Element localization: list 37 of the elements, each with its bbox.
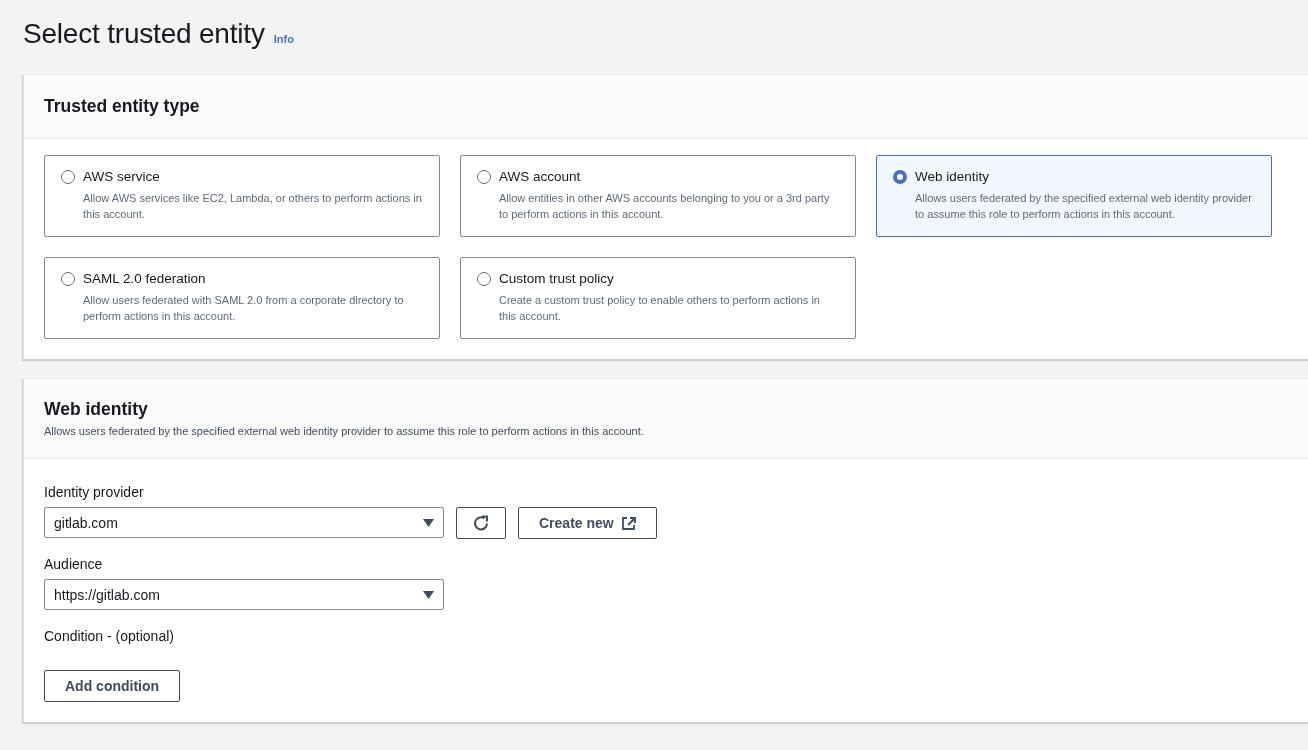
entity-type-option[interactable]: SAML 2.0 federation Allow users federated with SAML 2.0 from a corporate directory to perform actions in this account. xyxy=(44,257,440,339)
external-link-icon xyxy=(620,515,636,531)
caret-down-icon xyxy=(423,518,434,527)
field-label: Identity provider xyxy=(44,484,144,500)
panel-title: Trusted entity type xyxy=(44,95,201,118)
option-title: Custom trust policy xyxy=(499,270,615,288)
radio-button[interactable] xyxy=(61,272,75,286)
option-description: Allows users federated by the specified external web identity provider to assume this role to perform actions in this account. xyxy=(915,191,1253,222)
option-title: Web identity xyxy=(915,168,991,186)
option-title: AWS account xyxy=(499,168,582,186)
radio-button[interactable] xyxy=(477,272,491,286)
panel-description: Allows users federated by the specified external web identity provider to assume this role to perform actions in this account. xyxy=(44,425,645,437)
info-link[interactable]: Info xyxy=(273,33,294,45)
field-label: Condition - (optional) xyxy=(44,628,174,644)
entity-type-option[interactable]: AWS service Allow AWS services like EC2, Lambda, or others to perform actions in this account. xyxy=(44,155,440,237)
option-description: Allow AWS services like EC2, Lambda, or others to perform actions in this account. xyxy=(83,191,423,222)
entity-type-option[interactable]: Custom trust policy Create a custom trust policy to enable others to perform actions in this account. xyxy=(460,257,856,339)
radio-button[interactable] xyxy=(893,170,907,184)
create-new-button[interactable]: Create new xyxy=(518,507,657,539)
option-title: SAML 2.0 federation xyxy=(83,270,207,288)
entity-type-option[interactable]: AWS account Allow entities in other AWS accounts belonging to you or a 3rd party to perform actions in this account. xyxy=(460,155,856,237)
option-description: Create a custom trust policy to enable others to perform actions in this account. xyxy=(499,293,821,324)
radio-button[interactable] xyxy=(477,170,491,184)
dropdown-select[interactable]: https://gitlab.com xyxy=(44,579,444,610)
dropdown-select[interactable]: gitlab.com xyxy=(44,507,444,538)
page-title: Select trusted entity xyxy=(23,18,265,50)
refresh-button[interactable] xyxy=(456,507,506,539)
caret-down-icon xyxy=(423,590,434,599)
refresh-icon xyxy=(472,514,490,532)
radio-button[interactable] xyxy=(61,170,75,184)
field-label: Audience xyxy=(44,556,103,572)
option-description: Allow users federated with SAML 2.0 from a corporate directory to perform actions in this account. xyxy=(83,293,405,324)
option-description: Allow entities in other AWS accounts belonging to you or a 3rd party to perform actions in this account. xyxy=(499,191,831,222)
option-title: AWS service xyxy=(83,168,161,186)
add-condition-button[interactable]: Add condition xyxy=(44,670,181,702)
panel-title: Web identity xyxy=(44,399,149,420)
entity-type-option[interactable]: Web identity Allows users federated by the specified external web identity provider to assume this role to perform actions in this account. xyxy=(876,155,1272,237)
